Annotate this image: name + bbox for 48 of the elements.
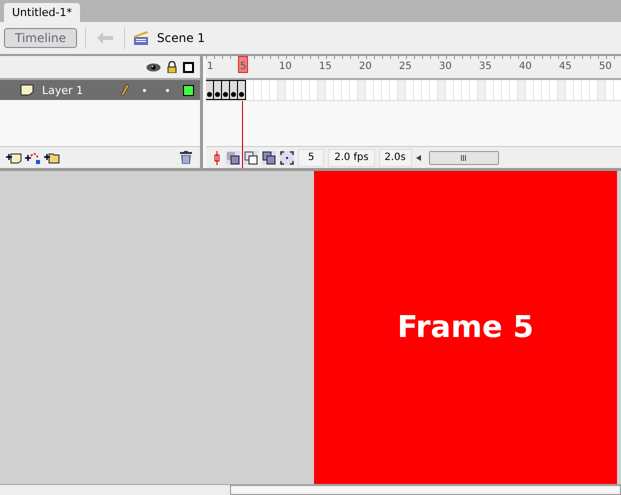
outline-color-swatch[interactable] (183, 84, 194, 96)
keyframe[interactable] (206, 80, 214, 100)
layer-name: Layer 1 (42, 84, 84, 96)
keyframe[interactable] (214, 80, 222, 100)
timeline-button[interactable]: Timeline (4, 28, 78, 48)
lock-icon[interactable] (167, 61, 177, 73)
eye-icon[interactable] (146, 62, 161, 72)
scene-label: Scene 1 (157, 31, 206, 45)
document-tab[interactable]: Untitled-1* (4, 3, 80, 22)
frame-number: 10 (278, 61, 293, 72)
scroll-left-icon[interactable] (416, 154, 421, 160)
frame-number: 15 (318, 61, 333, 72)
unlocked-dot[interactable] (166, 88, 169, 92)
keyframe[interactable] (230, 80, 238, 100)
frame-number: 30 (438, 61, 453, 72)
keyframe[interactable] (238, 80, 246, 100)
stage-scrollbar[interactable] (0, 484, 621, 495)
layer-row[interactable]: Layer 1 (0, 80, 200, 100)
new-layer-icon[interactable] (6, 152, 22, 164)
outline-icon[interactable] (183, 62, 194, 72)
trash-icon[interactable] (180, 151, 192, 164)
frame-number: 35 (478, 61, 493, 72)
clapperboard-icon (133, 30, 150, 46)
edit-multiple-frames-icon[interactable] (262, 150, 276, 164)
frame-number: 25 (398, 61, 413, 72)
onion-markers-icon[interactable] (280, 150, 294, 164)
frame-number: 40 (518, 61, 533, 72)
playhead-line (242, 101, 243, 168)
visible-dot[interactable] (143, 88, 146, 92)
onion-outline-icon[interactable] (244, 150, 258, 164)
frame-number: 5 (238, 56, 248, 73)
elapsed-time: 2.0s (378, 148, 412, 166)
onion-skin-icon[interactable] (226, 150, 240, 164)
frame-rate: 2.0 fps (328, 148, 375, 166)
frame-number: 20 (358, 61, 373, 72)
frame-number: 45 (558, 61, 573, 72)
pencil-icon (121, 84, 129, 96)
scroll-thumb[interactable] (428, 150, 499, 164)
current-frame: 5 (298, 148, 324, 166)
layer-icon (20, 84, 34, 96)
new-folder-icon[interactable] (44, 152, 60, 164)
motion-guide-icon[interactable] (25, 152, 41, 164)
center-frame-icon[interactable] (212, 150, 222, 164)
keyframe[interactable] (222, 80, 230, 100)
frame-label: Frame 5 (397, 310, 534, 345)
frame-number: 50 (598, 61, 613, 72)
frame-number: 1 (206, 61, 214, 72)
frame-track[interactable] (206, 80, 621, 101)
